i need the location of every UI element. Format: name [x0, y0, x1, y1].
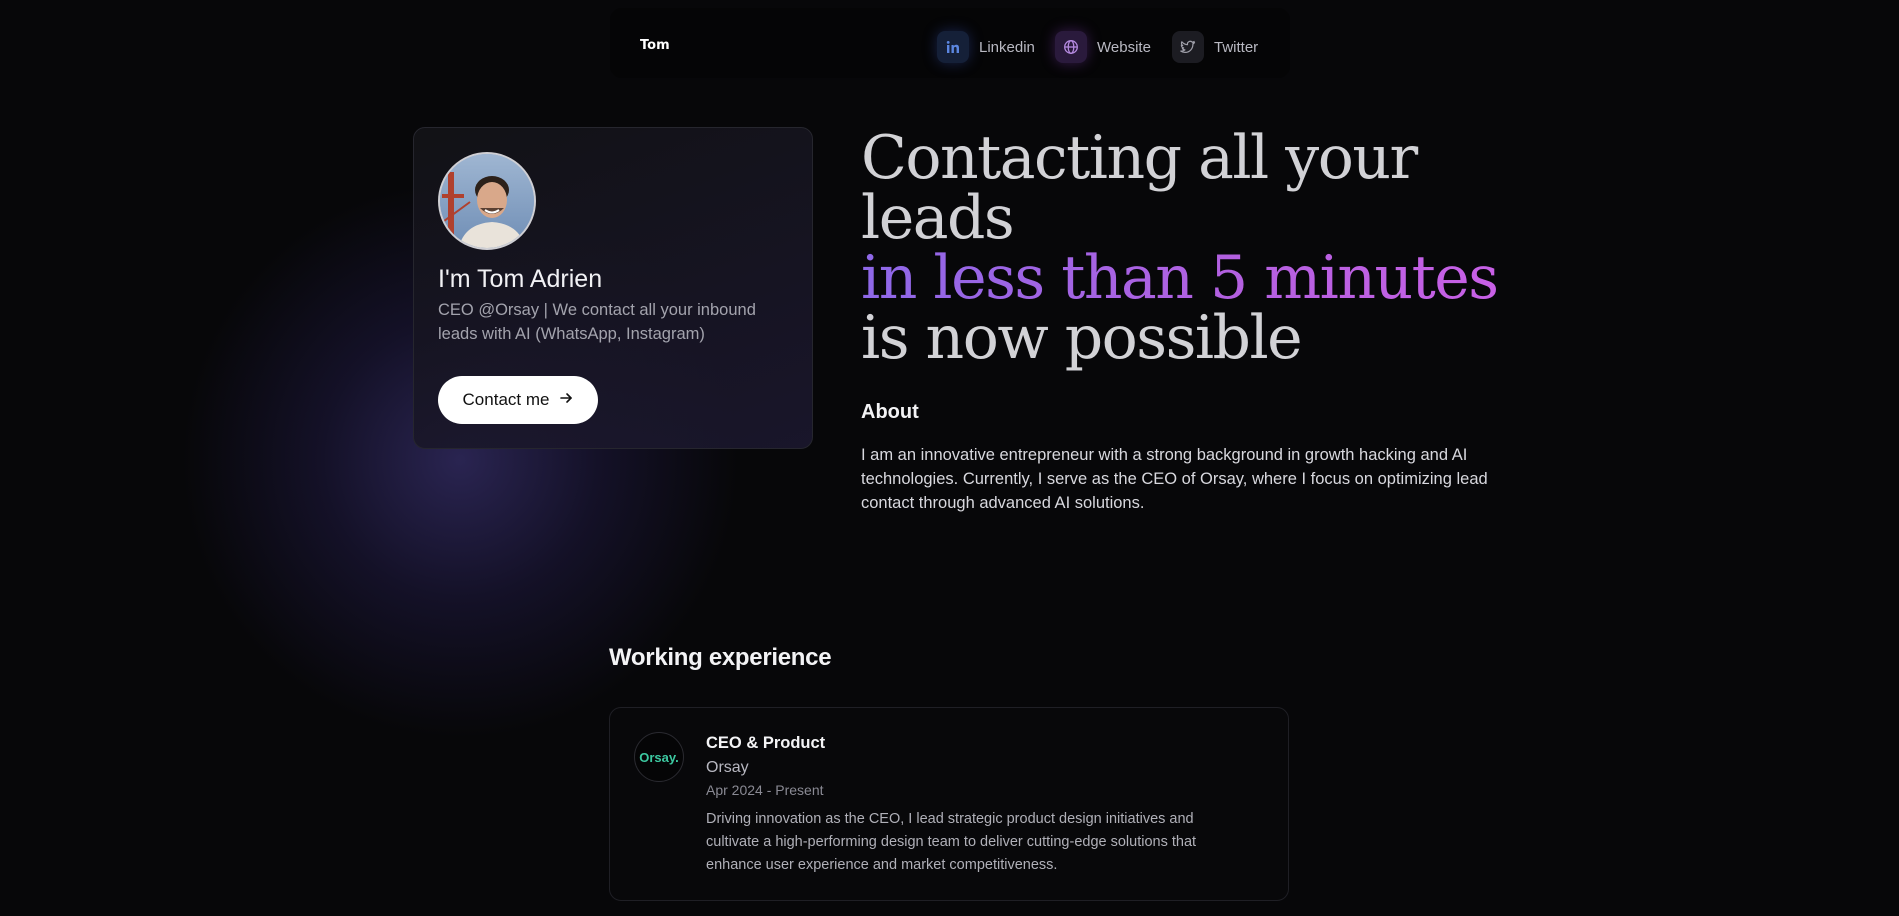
about-text: I am an innovative entrepreneur with a s…: [861, 446, 1488, 512]
avatar: [438, 152, 536, 250]
hero-line-2: leads: [861, 183, 1015, 253]
experience-description: Driving innovation as the CEO, I lead st…: [706, 811, 1197, 873]
experience-dates: Apr 2024 - Present: [706, 782, 824, 798]
contact-me-button[interactable]: Contact me: [438, 376, 598, 424]
hero-headline: Contacting all your leads in less than 5…: [861, 123, 1499, 373]
hero-line-1: Contacting all your: [861, 123, 1418, 193]
nav-link-linkedin[interactable]: Linkedin: [937, 31, 1035, 63]
arrow-right-icon: [559, 390, 573, 410]
experience-company: Orsay: [706, 759, 749, 776]
profile-bio: CEO @Orsay | We contact all your inbound…: [438, 301, 756, 343]
nav-link-twitter[interactable]: Twitter: [1172, 31, 1258, 63]
twitter-icon: [1172, 31, 1204, 63]
contact-button-label: Contact me: [462, 390, 550, 409]
about-heading: About: [861, 401, 919, 423]
hero-line-accent: in less than 5 minutes: [861, 243, 1499, 313]
company-logo-text: Orsay.: [639, 749, 679, 765]
hero-line-4: is now possible: [861, 303, 1303, 373]
experience-card: Orsay. CEO & Product Orsay Apr 2024 - Pr…: [609, 707, 1289, 901]
experience-role: CEO & Product: [706, 734, 826, 752]
company-logo: Orsay.: [634, 732, 684, 782]
profile-name: I'm Tom Adrien: [438, 265, 603, 293]
experience-heading: Working experience: [609, 644, 832, 671]
site-logo[interactable]: Tom: [640, 38, 670, 53]
nav-link-website[interactable]: Website: [1055, 31, 1151, 63]
profile-card: I'm Tom Adrien CEO @Orsay | We contact a…: [413, 127, 813, 449]
nav-link-label: Twitter: [1214, 38, 1259, 56]
nav-link-label: Linkedin: [979, 38, 1035, 56]
nav-link-label: Website: [1097, 38, 1151, 56]
globe-icon: [1055, 31, 1087, 63]
linkedin-icon: [937, 31, 969, 63]
